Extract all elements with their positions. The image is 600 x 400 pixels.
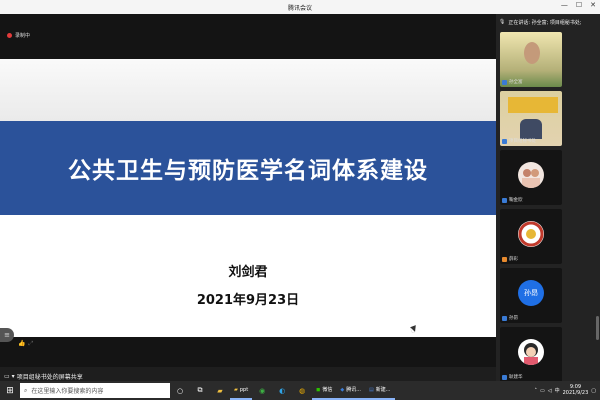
participant-name: 鞠金欣 <box>509 198 523 203</box>
taskbar-app-label: 腾讯... <box>346 387 361 393</box>
taskbar: ⊞ ⌕ 在这里输入你要搜索的内容 ○ ⧉ ▰ ▰ ppt ◉ ◐ ◍ ◼ 微信 … <box>0 381 600 400</box>
browser-360-icon[interactable]: ◉ <box>252 381 272 400</box>
thumb-icon[interactable]: 👍 <box>18 340 25 348</box>
task-view-icon[interactable]: ⧉ <box>190 381 210 400</box>
taskbar-app-label: 新建... <box>375 387 391 393</box>
notification-icon[interactable]: ▢ <box>591 388 596 394</box>
taskbar-app-wechat[interactable]: ◼ 微信 <box>312 381 337 400</box>
mouse-cursor-icon <box>410 325 418 333</box>
tray-arrow-icon[interactable]: ˄ <box>535 388 538 394</box>
participant-name: 耿建华 <box>509 375 523 380</box>
recording-label: 录制中 <box>15 33 31 39</box>
taskbar-app-label: ppt <box>239 386 249 393</box>
cortana-icon[interactable]: ○ <box>170 381 190 400</box>
record-icon <box>7 33 12 38</box>
participant-name-tag: 耿建华 <box>502 374 523 380</box>
participant-name-tag: 薛彩 <box>502 256 518 262</box>
participant-name-tag: 项目组秘书处 <box>502 138 536 144</box>
participant-name: 孙全富 <box>509 80 523 85</box>
menu-lines-icon[interactable]: ≡ <box>0 328 14 342</box>
clock[interactable]: 9:09 2021/9/23 <box>562 384 589 396</box>
participant-tile[interactable]: 耿建华 <box>500 327 562 382</box>
microphone-icon: 🎙 <box>499 19 506 25</box>
windows-start-icon[interactable]: ⊞ <box>0 381 20 400</box>
participant-name: 孙昂 <box>509 316 518 321</box>
minimize-button[interactable]: — <box>561 1 568 9</box>
participant-name: 项目组秘书处 <box>509 139 536 144</box>
user-icon <box>502 79 507 85</box>
presentation-slide: 公共卫生与预防医学名词体系建设 刘剑君 2021年9月23日 <box>0 59 496 337</box>
tencent-meeting-icon: ◆ <box>340 386 345 393</box>
monitor-icon: ▭ <box>4 372 10 380</box>
chevron-down-icon[interactable]: ▾ <box>12 373 15 380</box>
window-controls: — ☐ ✕ <box>561 1 596 9</box>
speaker-text: 正在讲话: 孙全富; 项目组秘书处; <box>508 19 582 26</box>
window-titlebar: 腾讯会议 — ☐ ✕ <box>0 0 600 14</box>
user-icon <box>502 256 507 262</box>
slide-date: 2021年9月23日 <box>196 293 300 308</box>
close-button[interactable]: ✕ <box>590 1 596 9</box>
wechat-icon: ◼ <box>316 386 321 393</box>
screen-share-status[interactable]: ▭ ▾ 项目组秘书处的屏幕共享 <box>0 371 87 381</box>
folder-icon: ▰ <box>234 386 238 393</box>
participant-tile[interactable]: 鞠金欣 <box>500 150 562 205</box>
participant-name-tag: 孙昂 <box>502 315 518 321</box>
search-icon: ⌕ <box>24 386 28 394</box>
shared-screen-area: 录制中 公共卫生与预防医学名词体系建设 刘剑君 2021年9月23日 ≡ 👍 ⤢ <box>0 14 496 367</box>
annotation-controls[interactable]: 👍 ⤢ <box>18 340 33 348</box>
slide-header <box>0 59 496 121</box>
chrome-icon[interactable]: ◍ <box>292 381 312 400</box>
volume-icon[interactable]: ◁ <box>548 388 552 394</box>
slide-title: 公共卫生与预防医学名词体系建设 <box>68 158 428 184</box>
system-tray: ˄ ▭ ◁ 中 9:09 2021/9/23 ▢ <box>535 384 600 396</box>
avatar: 孙昂 <box>518 280 544 306</box>
user-icon <box>502 197 507 203</box>
scrollbar[interactable] <box>596 316 599 340</box>
taskbar-app-label: 微信 <box>322 387 333 393</box>
participant-tile[interactable]: 孙昂 孙昂 <box>500 268 562 323</box>
slide-author: 刘剑君 <box>228 265 268 280</box>
share-status-label: 项目组秘书处的屏幕共享 <box>16 373 83 381</box>
recording-indicator[interactable]: 录制中 <box>7 32 30 39</box>
maximize-button[interactable]: ☐ <box>576 1 582 9</box>
taskbar-app-tencent-meeting[interactable]: ◆ 腾讯... <box>336 381 365 400</box>
slide-title-band: 公共卫生与预防医学名词体系建设 <box>0 121 496 215</box>
user-icon <box>502 138 507 144</box>
avatar <box>518 339 544 365</box>
taskbar-search[interactable]: ⌕ 在这里输入你要搜索的内容 <box>20 383 170 398</box>
taskbar-app-ppt[interactable]: ▰ ppt <box>230 381 253 400</box>
speaker-indicator: 🎙 正在讲话: 孙全富; 项目组秘书处; <box>496 14 600 30</box>
user-icon <box>502 315 507 321</box>
user-icon <box>502 374 507 380</box>
participant-name: 薛彩 <box>509 257 518 262</box>
expand-icon[interactable]: ⤢ <box>28 340 33 348</box>
window-icon: ▤ <box>368 386 374 393</box>
participant-tile[interactable]: 项目组秘书处 <box>500 91 562 146</box>
network-icon[interactable]: ▭ <box>540 388 545 394</box>
file-explorer-icon[interactable]: ▰ <box>210 381 230 400</box>
participant-name-tag: 孙全富 <box>502 79 523 85</box>
participant-name-tag: 鞠金欣 <box>502 197 523 203</box>
participant-tile[interactable]: 薛彩 <box>500 209 562 264</box>
participant-panel: 🎙 正在讲话: 孙全富; 项目组秘书处; 孙全富 项目组秘书处 鞠金欣 薛彩 孙… <box>496 14 600 382</box>
participant-tile[interactable]: 孙全富 <box>500 32 562 87</box>
edge-icon[interactable]: ◐ <box>272 381 292 400</box>
avatar <box>518 221 544 247</box>
input-language[interactable]: 中 <box>555 387 560 394</box>
avatar <box>518 162 544 188</box>
clock-date: 2021/9/23 <box>562 389 589 396</box>
taskbar-app-new[interactable]: ▤ 新建... <box>364 381 395 400</box>
search-placeholder: 在这里输入你要搜索的内容 <box>31 388 104 395</box>
window-title: 腾讯会议 <box>287 4 312 12</box>
